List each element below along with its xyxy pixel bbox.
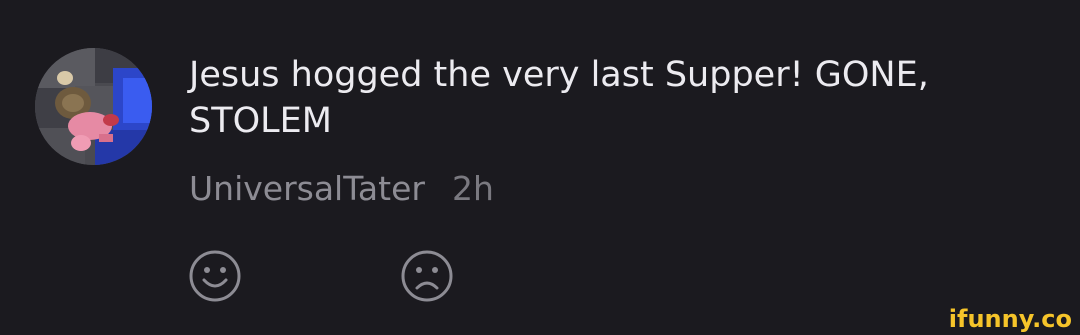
- smile-face-icon: [189, 250, 241, 302]
- comment-meta: UniversalTater 2h: [189, 165, 494, 211]
- comment-text: Jesus hogged the very last Supper! GONE,…: [189, 55, 929, 141]
- avatar-image: [35, 48, 152, 165]
- smile-button[interactable]: [187, 248, 243, 304]
- timestamp: 2h: [451, 168, 494, 208]
- ifunny-watermark: ifunny.co: [948, 305, 1072, 333]
- comment: Jesus hogged the very last Supper! GONE,…: [0, 0, 1080, 335]
- frown-face-icon: [401, 250, 453, 302]
- username[interactable]: UniversalTater: [189, 169, 425, 208]
- user-avatar[interactable]: [35, 48, 152, 165]
- frown-button[interactable]: [399, 248, 455, 304]
